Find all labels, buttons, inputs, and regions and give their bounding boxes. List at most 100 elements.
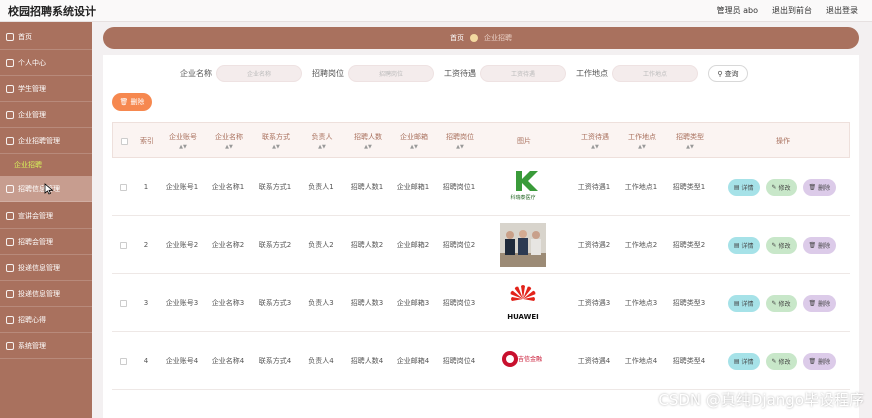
back-to-front-link[interactable]: 退出到前台 bbox=[772, 5, 812, 16]
col-person[interactable]: 负责人 ▲▼ bbox=[301, 123, 343, 159]
sidebar-item-job-fair[interactable]: 招聘会管理 bbox=[0, 229, 92, 255]
company-name-label: 企业名称 bbox=[180, 69, 212, 78]
cell-count: 招聘人数2 bbox=[350, 241, 384, 249]
sort-icon[interactable]: ▲▼ bbox=[364, 144, 372, 150]
company-logo-image: 科瑞泰医疗 bbox=[500, 165, 546, 209]
cell-contact: 联系方式4 bbox=[258, 357, 292, 365]
sort-icon[interactable]: ▲▼ bbox=[225, 144, 233, 150]
sidebar-item-home[interactable]: 首页 bbox=[0, 24, 92, 50]
home-icon bbox=[6, 32, 14, 41]
sort-icon[interactable]: ▲▼ bbox=[272, 144, 280, 150]
sort-icon[interactable]: ▲▼ bbox=[179, 144, 187, 150]
sidebar-item-students[interactable]: 学生管理 bbox=[0, 76, 92, 102]
row-checkbox[interactable] bbox=[116, 274, 130, 332]
cell-name: 企业名称1 bbox=[211, 183, 245, 191]
send-icon bbox=[6, 289, 14, 298]
col-contact[interactable]: 联系方式 ▲▼ bbox=[253, 123, 299, 159]
col-email[interactable]: 企业邮箱 ▲▼ bbox=[392, 123, 436, 159]
sort-icon[interactable]: ▲▼ bbox=[638, 144, 646, 150]
trash-icon: 🗑 bbox=[119, 98, 129, 106]
cell-image: 吉信金融 bbox=[484, 332, 562, 390]
sidebar-subitem-company-recruit[interactable]: 企业招聘 bbox=[0, 155, 92, 175]
cell-type: 招聘类型1 bbox=[672, 183, 706, 191]
sort-icon[interactable]: ▲▼ bbox=[456, 144, 464, 150]
delete-button[interactable]: 🗑 删除 bbox=[802, 178, 837, 196]
sidebar-item-company-recruit[interactable]: 企业招聘管理 bbox=[0, 128, 92, 154]
sort-icon[interactable]: ▲▼ bbox=[591, 144, 599, 150]
delete-button[interactable]: 🗑 删除 bbox=[802, 236, 837, 254]
detail-icon: ▤ bbox=[733, 241, 740, 249]
trash-icon: 🗑 bbox=[808, 299, 817, 307]
edit-button[interactable]: ✎ 修改 bbox=[765, 178, 797, 196]
cell-location: 工作地点3 bbox=[624, 299, 658, 307]
detail-button[interactable]: ▤ 详情 bbox=[727, 178, 760, 196]
edit-button[interactable]: ✎ 修改 bbox=[765, 236, 797, 254]
cell-contact: 联系方式2 bbox=[258, 241, 292, 249]
user-icon bbox=[6, 58, 14, 67]
company-icon bbox=[6, 110, 14, 119]
sidebar-item-companies[interactable]: 企业管理 bbox=[0, 102, 92, 128]
cell-image: 科瑞泰医疗 bbox=[484, 158, 562, 216]
breadcrumb-home[interactable]: 首页 bbox=[450, 33, 464, 43]
col-actions: 操作 bbox=[776, 137, 790, 145]
position-input[interactable]: 招聘岗位 bbox=[348, 65, 434, 82]
cell-position: 招聘岗位3 bbox=[442, 299, 476, 307]
logout-link[interactable]: 退出登录 bbox=[826, 5, 858, 16]
detail-button[interactable]: ▤ 详情 bbox=[727, 352, 760, 370]
breadcrumb: 首页 企业招聘 bbox=[103, 27, 859, 49]
detail-button[interactable]: ▤ 详情 bbox=[727, 294, 760, 312]
salary-label: 工资待遇 bbox=[444, 69, 476, 78]
edit-button[interactable]: ✎ 修改 bbox=[765, 294, 797, 312]
company-name-input[interactable]: 企业名称 bbox=[216, 65, 302, 82]
breadcrumb-separator-icon bbox=[470, 34, 478, 42]
col-index: 索引 bbox=[140, 137, 154, 145]
location-input[interactable]: 工作地点 bbox=[612, 65, 698, 82]
pencil-icon: ✎ bbox=[771, 183, 777, 191]
sort-icon[interactable]: ▲▼ bbox=[410, 144, 418, 150]
col-location[interactable]: 工作地点 ▲▼ bbox=[619, 123, 665, 159]
cell-image: HUAWEI bbox=[484, 274, 562, 332]
cell-count: 招聘人数4 bbox=[350, 357, 384, 365]
col-name[interactable]: 企业名称 ▲▼ bbox=[207, 123, 251, 159]
top-links: 管理员 abo 退出到前台 退出登录 bbox=[717, 5, 858, 16]
cell-type: 招聘类型2 bbox=[672, 241, 706, 249]
delete-button[interactable]: 🗑 删除 bbox=[802, 294, 837, 312]
sidebar-item-profile[interactable]: 个人中心 bbox=[0, 50, 92, 76]
cell-location: 工作地点4 bbox=[624, 357, 658, 365]
sort-icon[interactable]: ▲▼ bbox=[318, 144, 326, 150]
col-account[interactable]: 企业账号 ▲▼ bbox=[161, 123, 205, 159]
bulk-delete-button[interactable]: 🗑 删除 bbox=[112, 93, 152, 111]
trash-icon: 🗑 bbox=[808, 357, 817, 365]
row-checkbox[interactable] bbox=[116, 158, 130, 216]
col-type[interactable]: 招聘类型 ▲▼ bbox=[666, 123, 714, 159]
edit-button[interactable]: ✎ 修改 bbox=[765, 352, 797, 370]
delete-button[interactable]: 🗑 删除 bbox=[802, 352, 837, 370]
sidebar-item-system[interactable]: 系统管理 bbox=[0, 333, 92, 359]
detail-button[interactable]: ▤ 详情 bbox=[727, 236, 760, 254]
app-title: 校园招聘系统设计 bbox=[8, 5, 96, 18]
send-icon bbox=[6, 263, 14, 272]
row-checkbox[interactable] bbox=[116, 216, 130, 274]
query-button[interactable]: ⚲ 查询 bbox=[708, 65, 748, 82]
sidebar-item-experience[interactable]: 招聘心得 bbox=[0, 307, 92, 333]
cell-salary: 工资待遇3 bbox=[577, 299, 611, 307]
select-all-checkbox[interactable] bbox=[117, 123, 131, 159]
salary-input[interactable]: 工资待遇 bbox=[480, 65, 566, 82]
cell-name: 企业名称2 bbox=[211, 241, 245, 249]
sidebar-item-seminar[interactable]: 宣讲会管理 bbox=[0, 203, 92, 229]
row-checkbox[interactable] bbox=[116, 332, 130, 390]
cell-name: 企业名称4 bbox=[211, 357, 245, 365]
cell-type: 招聘类型4 bbox=[672, 357, 706, 365]
detail-icon: ▤ bbox=[733, 299, 740, 307]
cell-email: 企业邮箱1 bbox=[396, 183, 430, 191]
mouse-cursor-icon bbox=[44, 183, 54, 195]
sidebar-item-delivery-info-2[interactable]: 投递信息管理 bbox=[0, 281, 92, 307]
col-count[interactable]: 招聘人数 ▲▼ bbox=[346, 123, 390, 159]
sort-icon[interactable]: ▲▼ bbox=[686, 144, 694, 150]
cell-salary: 工资待遇4 bbox=[577, 357, 611, 365]
cell-salary: 工资待遇1 bbox=[577, 183, 611, 191]
cell-email: 企业邮箱4 bbox=[396, 357, 430, 365]
sidebar-item-delivery-info[interactable]: 投递信息管理 bbox=[0, 255, 92, 281]
col-position[interactable]: 招聘岗位 ▲▼ bbox=[438, 123, 482, 159]
col-salary[interactable]: 工资待遇 ▲▼ bbox=[573, 123, 617, 159]
